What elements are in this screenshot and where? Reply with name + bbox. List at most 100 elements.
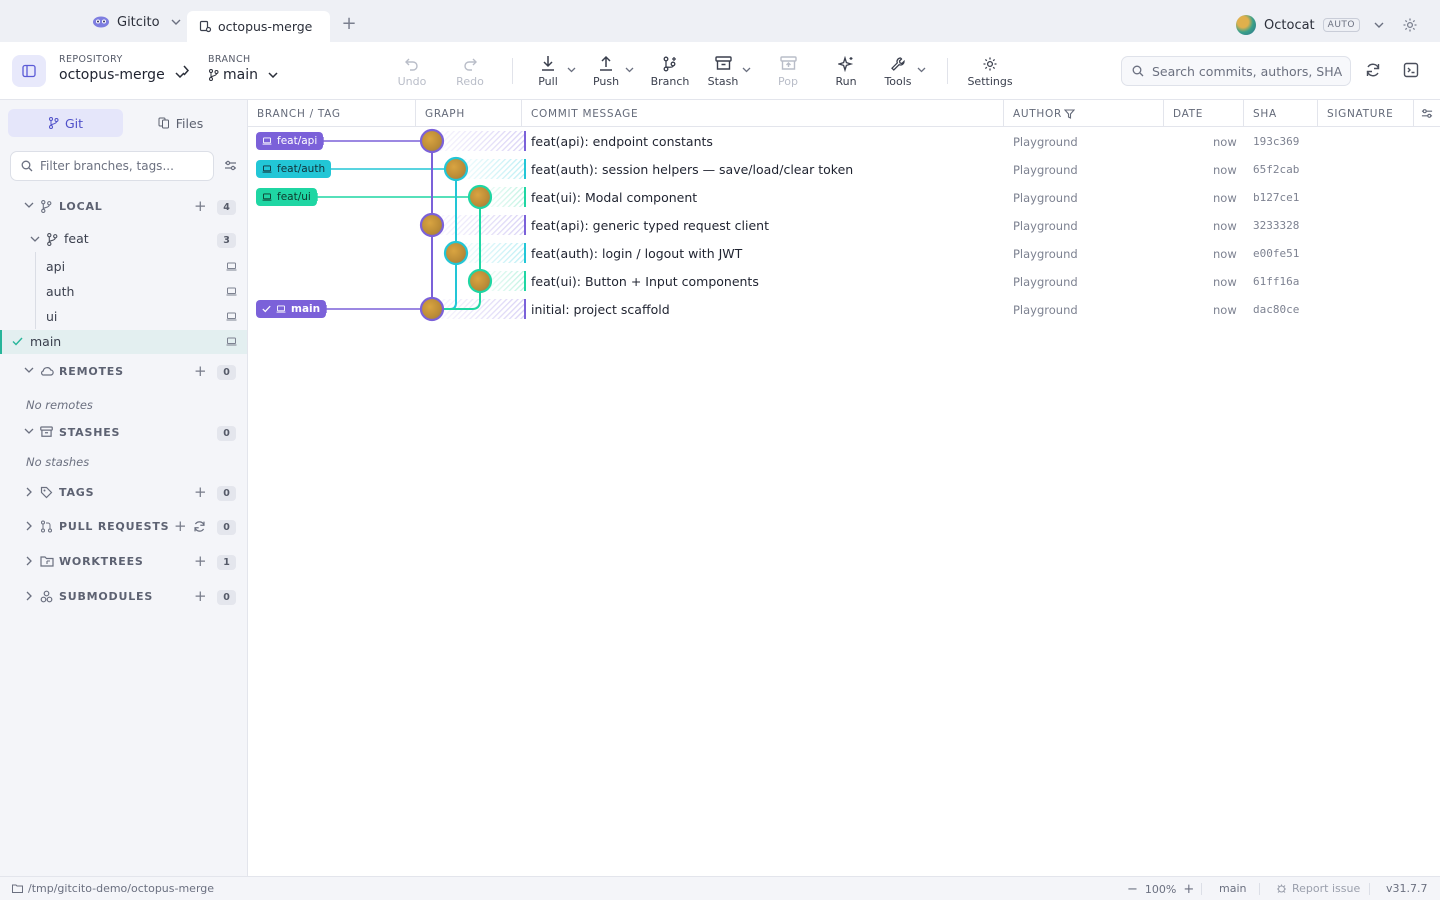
branch-selector[interactable]: BRANCH main	[208, 54, 278, 83]
column-resize-handle[interactable]	[415, 100, 416, 127]
search-input[interactable]	[1152, 63, 1342, 79]
sidebar-item-branch-ui[interactable]: ui	[0, 305, 247, 329]
push-button[interactable]: Push	[582, 54, 630, 94]
table-row[interactable]: feat/api feat(api): endpoint constants P…	[248, 127, 1440, 155]
column-date[interactable]: DATE	[1173, 108, 1203, 120]
pop-button[interactable]: Pop	[764, 54, 812, 94]
table-row[interactable]: feat/auth feat(auth): session helpers — …	[248, 155, 1440, 183]
column-commit-message[interactable]: COMMIT MESSAGE	[531, 108, 638, 120]
branch-button[interactable]: Branch	[646, 54, 694, 94]
sidebar-item-branch-auth[interactable]: auth	[0, 280, 247, 304]
commit-sha[interactable]: 61ff16a	[1253, 275, 1299, 288]
commit-sha[interactable]: 3233328	[1253, 219, 1299, 232]
local-count-badge: 4	[217, 200, 236, 215]
section-tags[interactable]: TAGS + 0	[0, 481, 247, 505]
stash-button[interactable]: Stash	[699, 54, 747, 94]
tab-files-label: Files	[175, 115, 204, 131]
commit-author: Playground	[1013, 303, 1078, 317]
column-author[interactable]: AUTHOR	[1013, 108, 1062, 120]
column-resize-handle[interactable]	[521, 100, 522, 127]
app-settings-gear-icon[interactable]	[1402, 17, 1418, 33]
user-menu[interactable]: Octocat AUTO	[1236, 15, 1384, 35]
table-row[interactable]: feat(api): generic typed request client …	[248, 211, 1440, 239]
branch-folder-feat[interactable]: feat 3	[0, 227, 247, 251]
tab-files[interactable]: Files	[123, 109, 238, 137]
push-options-chevron-icon[interactable]	[625, 67, 634, 73]
redo-button[interactable]: Redo	[446, 54, 494, 94]
column-sha[interactable]: SHA	[1253, 108, 1277, 120]
undo-label: Undo	[397, 75, 427, 88]
add-pull-request-button[interactable]: +	[174, 517, 187, 535]
filter-options-icon[interactable]	[224, 160, 237, 171]
column-options-icon[interactable]	[1421, 108, 1433, 119]
zoom-in-button[interactable]: +	[1183, 882, 1194, 897]
undo-button[interactable]: Undo	[388, 54, 436, 94]
commit-sha[interactable]: 193c369	[1253, 135, 1299, 148]
terminal-icon[interactable]	[1403, 62, 1419, 78]
section-remotes[interactable]: REMOTES + 0	[0, 360, 247, 384]
section-submodules[interactable]: SUBMODULES + 0	[0, 585, 247, 609]
worktree-folder-icon	[40, 555, 54, 567]
section-pull-requests[interactable]: PULL REQUESTS + 0	[0, 515, 247, 539]
branch-filter-input[interactable]	[40, 159, 210, 173]
commit-sha[interactable]: 65f2cab	[1253, 163, 1299, 176]
status-branch[interactable]: main	[1219, 882, 1246, 895]
pull-options-chevron-icon[interactable]	[567, 67, 576, 73]
commit-sha[interactable]: dac80ce	[1253, 303, 1299, 316]
add-branch-button[interactable]: +	[194, 197, 207, 215]
column-resize-handle[interactable]	[1413, 100, 1414, 127]
stash-options-chevron-icon[interactable]	[742, 67, 751, 73]
refresh-icon[interactable]	[193, 520, 206, 533]
status-branch-text: main	[1219, 882, 1247, 895]
column-resize-handle[interactable]	[1243, 100, 1244, 127]
commit-sha[interactable]: b127ce1	[1253, 191, 1299, 204]
section-local[interactable]: LOCAL + 4	[0, 195, 247, 219]
repo-path[interactable]: /tmp/gitcito-demo/octopus-merge	[12, 882, 214, 895]
new-tab-button[interactable]: +	[340, 15, 358, 33]
branch-ref-badge[interactable]: feat/api	[256, 132, 324, 150]
column-resize-handle[interactable]	[1163, 100, 1164, 127]
commit-message: feat(auth): session helpers — save/load/…	[531, 162, 854, 177]
repository-selector[interactable]: REPOSITORY octopus-merge	[59, 54, 185, 83]
tab-octopus-merge[interactable]: octopus-merge	[187, 11, 330, 42]
branch-ref-badge[interactable]: feat/ui	[256, 188, 317, 206]
sidebar-item-branch-api[interactable]: api	[0, 255, 247, 279]
zoom-out-button[interactable]: −	[1127, 882, 1138, 897]
pull-button[interactable]: Pull	[524, 54, 572, 94]
table-row[interactable]: feat(auth): login / logout with JWT Play…	[248, 239, 1440, 267]
chevron-right-icon	[26, 487, 32, 497]
column-resize-handle[interactable]	[1003, 100, 1004, 127]
run-button[interactable]: Run	[822, 54, 870, 94]
add-worktree-button[interactable]: +	[194, 552, 207, 570]
section-worktrees[interactable]: WORKTREES + 1	[0, 550, 247, 574]
laptop-icon	[226, 262, 237, 271]
sidebar-item-branch-main[interactable]: main	[0, 330, 247, 354]
sidebar-toggle-button[interactable]	[12, 55, 46, 87]
commit-sha[interactable]: e00fe51	[1253, 247, 1299, 260]
table-row[interactable]: feat/ui feat(ui): Modal component Playgr…	[248, 183, 1440, 211]
section-stashes[interactable]: STASHES 0	[0, 421, 247, 445]
tools-button[interactable]: Tools	[874, 54, 922, 94]
branch-filter[interactable]	[10, 151, 214, 181]
tools-options-chevron-icon[interactable]	[917, 67, 926, 73]
refresh-icon[interactable]	[1365, 62, 1381, 78]
branch-ref-badge[interactable]: main	[256, 300, 327, 318]
filter-icon[interactable]	[1064, 109, 1075, 119]
table-row[interactable]: feat(ui): Button + Input components Play…	[248, 267, 1440, 295]
table-row[interactable]: main initial: project scaffold Playgroun…	[248, 295, 1440, 323]
add-submodule-button[interactable]: +	[194, 587, 207, 605]
sidebar-mode-tabs: Git Files	[8, 109, 238, 137]
add-remote-button[interactable]: +	[194, 362, 207, 380]
tab-git[interactable]: Git	[8, 109, 123, 137]
commit-search[interactable]	[1121, 56, 1351, 86]
column-graph[interactable]: GRAPH	[425, 108, 465, 120]
commit-date: now	[1213, 191, 1237, 205]
settings-button[interactable]: Settings	[966, 54, 1014, 94]
app-switcher[interactable]: Gitcito	[92, 12, 181, 32]
column-signature[interactable]: SIGNATURE	[1327, 108, 1393, 120]
column-branch-tag[interactable]: BRANCH / TAG	[257, 108, 341, 120]
add-tag-button[interactable]: +	[194, 483, 207, 501]
branch-ref-badge[interactable]: feat/auth	[256, 160, 332, 178]
column-resize-handle[interactable]	[1317, 100, 1318, 127]
report-issue-link[interactable]: Report issue	[1276, 882, 1360, 895]
